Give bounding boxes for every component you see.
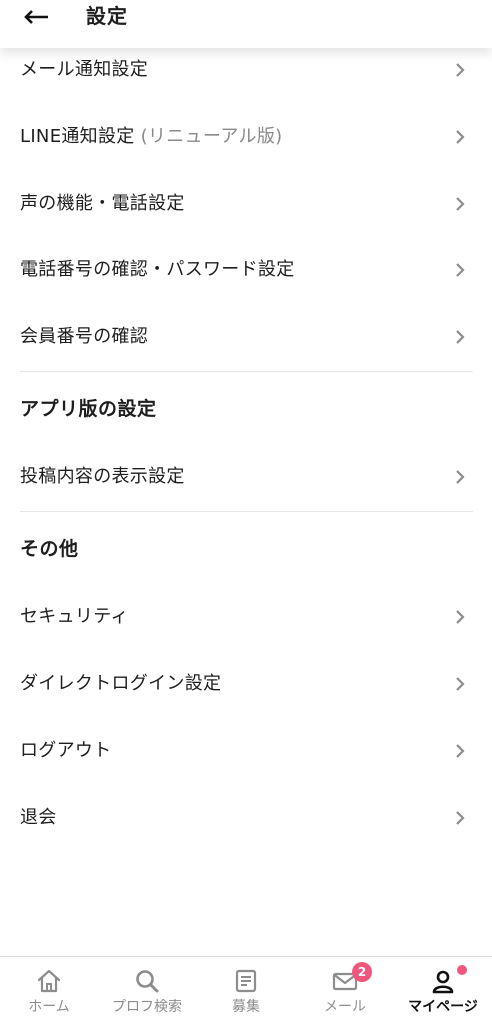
nav-item-mail[interactable]: 2 メール <box>296 957 394 1024</box>
settings-item-phone-password[interactable]: 電話番号の確認・パスワード設定 <box>0 240 492 300</box>
arrow-left-icon <box>24 10 48 24</box>
notification-dot <box>457 965 467 975</box>
chevron-right-icon <box>456 197 465 211</box>
settings-item-label: ダイレクトログイン設定 <box>20 673 222 694</box>
unread-badge: 2 <box>352 962 372 982</box>
nav-label: メール <box>324 999 366 1015</box>
chevron-right-icon <box>456 130 465 144</box>
settings-item-label: メール通知設定 <box>20 59 149 80</box>
nav-label: マイページ <box>408 999 478 1015</box>
document-icon <box>235 969 257 993</box>
settings-item-label: 会員番号の確認 <box>20 326 149 347</box>
settings-item-label: ログアウト <box>20 740 112 761</box>
chevron-right-icon <box>456 610 465 624</box>
settings-item-post-display[interactable]: 投稿内容の表示設定 <box>0 447 492 507</box>
settings-screen: 設定 メール通知設定 LINE通知設定 (リニューアル版) 声の機能・電話設定 … <box>0 0 492 1024</box>
chevron-right-icon <box>456 263 465 277</box>
settings-item-line-notification[interactable]: LINE通知設定 (リニューアル版) <box>0 107 492 167</box>
line-notification-label: LINE通知設定 <box>20 126 135 147</box>
settings-item-member-number[interactable]: 会員番号の確認 <box>0 307 492 367</box>
settings-item-label: 電話番号の確認・パスワード設定 <box>20 259 295 280</box>
nav-label: 募集 <box>232 999 260 1015</box>
bottom-nav: ホーム プロフ検索 募集 2 メール マイページ <box>0 956 492 1024</box>
settings-item-logout[interactable]: ログアウト <box>0 721 492 781</box>
chevron-right-icon <box>456 744 465 758</box>
nav-label: プロフ検索 <box>112 999 182 1015</box>
home-icon <box>37 969 61 993</box>
settings-item-direct-login[interactable]: ダイレクトログイン設定 <box>0 654 492 714</box>
settings-item-label: 声の機能・電話設定 <box>20 193 185 214</box>
chevron-right-icon <box>456 330 465 344</box>
settings-item-security[interactable]: セキュリティ <box>0 587 492 647</box>
nav-label: ホーム <box>28 999 70 1015</box>
page-title: 設定 <box>86 4 128 28</box>
nav-item-my-page[interactable]: マイページ <box>394 957 492 1024</box>
chevron-right-icon <box>456 811 465 825</box>
chevron-right-icon <box>456 470 465 484</box>
settings-item-label: LINE通知設定 (リニューアル版) <box>20 126 282 148</box>
settings-item-label: 投稿内容の表示設定 <box>20 466 185 487</box>
divider <box>20 371 473 372</box>
chevron-right-icon <box>456 677 465 691</box>
settings-item-label: 退会 <box>20 807 57 828</box>
settings-item-label: セキュリティ <box>20 606 129 627</box>
person-icon <box>432 970 454 994</box>
nav-item-recruit[interactable]: 募集 <box>197 957 295 1024</box>
section-title-other: その他 <box>20 538 79 560</box>
settings-item-mail-notification[interactable]: メール通知設定 <box>0 40 492 100</box>
chevron-right-icon <box>456 63 465 77</box>
header: 設定 <box>0 0 492 48</box>
nav-item-home[interactable]: ホーム <box>0 957 98 1024</box>
nav-item-profile-search[interactable]: プロフ検索 <box>98 957 196 1024</box>
divider <box>20 511 473 512</box>
renewal-version-note: (リニューアル版) <box>134 126 283 147</box>
section-title-app-settings: アプリ版の設定 <box>20 398 157 420</box>
settings-item-voice-phone[interactable]: 声の機能・電話設定 <box>0 174 492 234</box>
settings-item-withdraw[interactable]: 退会 <box>0 788 492 848</box>
search-icon <box>136 970 159 993</box>
back-button[interactable] <box>14 0 58 34</box>
